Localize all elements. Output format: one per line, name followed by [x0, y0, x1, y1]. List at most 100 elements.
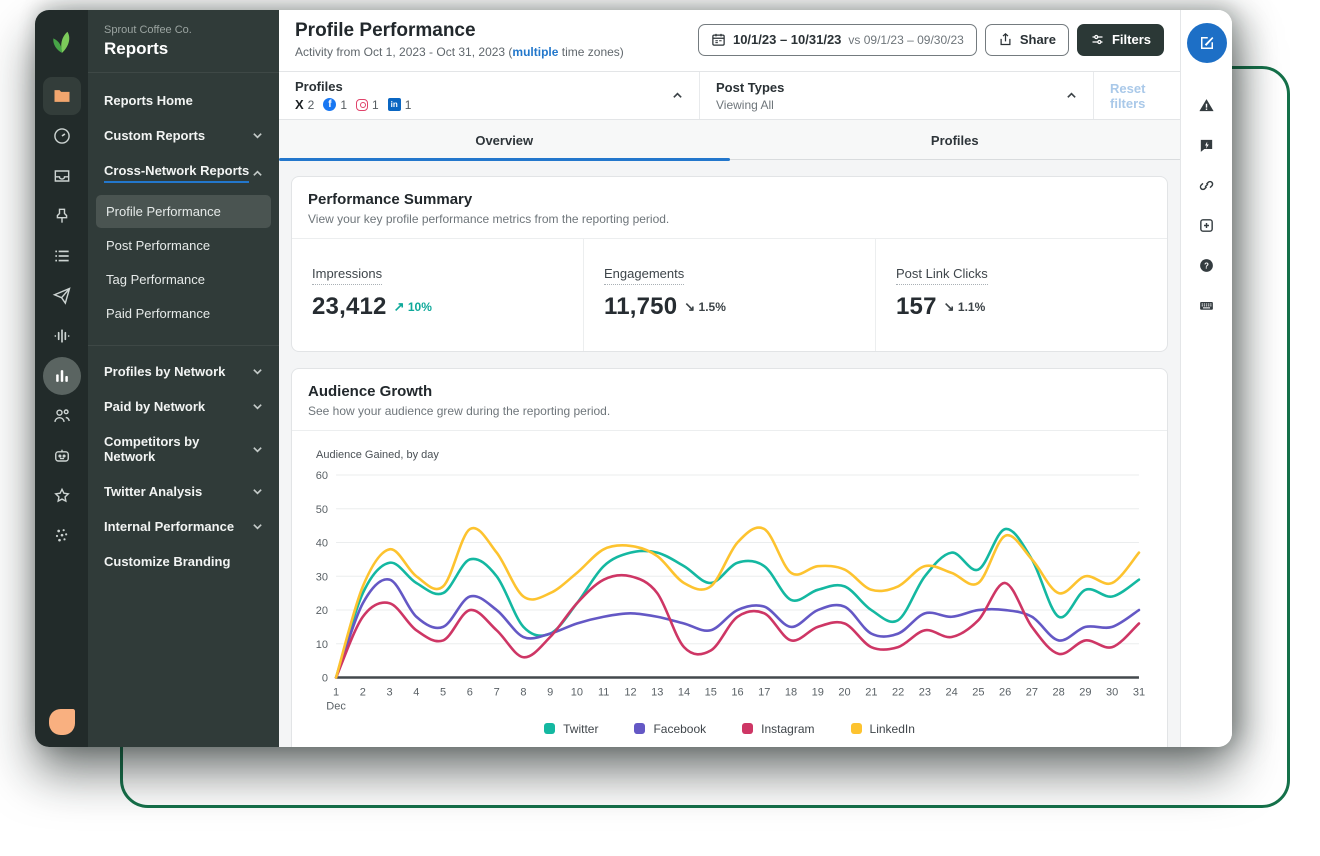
sidebar-item-competitors-by-network[interactable]: Competitors by Network: [88, 424, 279, 474]
star-icon[interactable]: [43, 477, 81, 515]
sidebar-item-custom-reports[interactable]: Custom Reports: [88, 118, 279, 153]
audience-growth-card: Audience Growth See how your audience gr…: [291, 368, 1168, 747]
keyboard-icon[interactable]: [1189, 285, 1225, 325]
gauge-icon[interactable]: [43, 117, 81, 155]
facebook-icon: f: [323, 98, 337, 111]
chevron-up-icon[interactable]: [1066, 90, 1077, 101]
report-scroll-area[interactable]: Performance Summary View your key profil…: [279, 160, 1180, 747]
metric-value: 11,750: [604, 293, 678, 320]
profiles-filter-label: Profiles: [295, 79, 343, 94]
svg-text:16: 16: [731, 687, 743, 699]
twitter-x-icon: X: [295, 97, 304, 112]
legend-item-instagram[interactable]: Instagram: [742, 722, 815, 736]
svg-text:10: 10: [571, 687, 583, 699]
chevron-down-icon: [252, 444, 263, 455]
sidebar-item-cross-network-reports[interactable]: Cross-Network Reports: [88, 153, 279, 193]
main-content: Profile Performance Activity from Oct 1,…: [279, 10, 1180, 747]
link-icon[interactable]: [1189, 165, 1225, 205]
compose-icon: [1200, 37, 1213, 49]
svg-text:30: 30: [1106, 687, 1118, 699]
sidebar-item-internal-performance[interactable]: Internal Performance: [88, 509, 279, 544]
pin-icon[interactable]: [43, 197, 81, 235]
svg-text:24: 24: [945, 687, 957, 699]
twitter-x-count: X2: [295, 97, 315, 112]
linkedin-icon: in: [387, 98, 401, 111]
waveform-icon[interactable]: [43, 317, 81, 355]
svg-text:22: 22: [892, 687, 904, 699]
warning-icon[interactable]: [1189, 85, 1225, 125]
left-icon-rail: [35, 10, 88, 747]
tab-profiles[interactable]: Profiles: [730, 120, 1181, 159]
svg-text:23: 23: [919, 687, 931, 699]
sidebar-item-post-performance[interactable]: Post Performance: [96, 229, 271, 262]
legend-item-facebook[interactable]: Facebook: [634, 722, 706, 736]
inbox-icon[interactable]: [43, 157, 81, 195]
svg-text:12: 12: [624, 687, 636, 699]
line-chart[interactable]: 01020304050601 2 3 4 5 6 7 8 9 10 11 12 13 14 15 16 17 18…: [308, 463, 1151, 716]
svg-text:Dec: Dec: [326, 701, 346, 713]
linkedin-count: in 1: [387, 98, 411, 112]
date-range-button[interactable]: 10/1/23 – 10/31/23 vs 09/1/23 – 09/30/23: [697, 23, 977, 56]
send-icon[interactable]: [43, 277, 81, 315]
metric-delta: ↗ 10%: [393, 299, 432, 314]
post-types-filter-label: Post Types: [716, 79, 785, 95]
metric-value: 157: [896, 293, 937, 320]
metric-label[interactable]: Impressions: [312, 266, 383, 285]
users-icon[interactable]: [43, 397, 81, 435]
sidebar-item-tag-performance[interactable]: Tag Performance: [96, 263, 271, 296]
page: Sprout Coffee Co. Reports Reports Home C…: [0, 0, 1320, 856]
post-types-filter[interactable]: Post Types Viewing All: [700, 72, 1094, 119]
chevron-up-icon[interactable]: [672, 90, 683, 101]
share-button[interactable]: Share: [984, 23, 1069, 56]
sidebar-item-paid-by-network[interactable]: Paid by Network: [88, 389, 279, 424]
legend-item-linkedin[interactable]: LinkedIn: [850, 722, 915, 736]
chart-axis-title: Audience Gained, by day: [316, 449, 439, 461]
profiles-filter[interactable]: Profiles X2 f1 1 in 1: [279, 72, 700, 119]
view-tabs: Overview Profiles: [279, 120, 1181, 161]
svg-text:19: 19: [812, 687, 824, 699]
tab-overview[interactable]: Overview: [279, 120, 730, 161]
svg-text:27: 27: [1026, 687, 1038, 699]
svg-text:60: 60: [316, 470, 328, 482]
audience-growth-title: Audience Growth: [308, 383, 433, 400]
sidebar-item-twitter-analysis[interactable]: Twitter Analysis: [88, 474, 279, 509]
metric-post-link-clicks: Post Link Clicks 157 ↘ 1.1%: [876, 239, 1167, 351]
metric-label[interactable]: Engagements: [604, 266, 685, 285]
reset-filters-button[interactable]: Reset filters: [1110, 81, 1164, 111]
add-icon[interactable]: [1189, 205, 1225, 245]
sidebar-item-customize-branding[interactable]: Customize Branding: [88, 544, 279, 579]
sidebar-item-reports-home[interactable]: Reports Home: [88, 83, 279, 118]
legend-item-twitter[interactable]: Twitter: [544, 722, 598, 736]
help-icon[interactable]: ?: [1189, 245, 1225, 285]
bot-icon[interactable]: [43, 437, 81, 475]
page-subtitle: Activity from Oct 1, 2023 - Oct 31, 2023…: [295, 45, 624, 59]
dots-cluster-icon[interactable]: [43, 517, 81, 555]
list-icon[interactable]: [43, 237, 81, 275]
folder-icon[interactable]: [42, 77, 81, 115]
svg-text:40: 40: [316, 538, 328, 550]
metric-impressions: Impressions 23,412 ↗ 10%: [292, 239, 584, 351]
svg-text:11: 11: [598, 687, 609, 699]
feedback-icon[interactable]: [1189, 125, 1225, 165]
filters-button[interactable]: Filters: [1076, 23, 1164, 56]
compose-button[interactable]: [1186, 23, 1227, 63]
calendar-icon: [712, 33, 725, 46]
audience-growth-chart: Audience Gained, by day 0 10 20 30 40 50 60 1 2 3…: [292, 431, 1167, 747]
svg-text:17: 17: [758, 687, 770, 699]
sidebar-item-paid-performance[interactable]: Paid Performance: [96, 297, 271, 330]
legend-swatch-icon: [742, 723, 754, 735]
svg-text:25: 25: [972, 687, 984, 699]
svg-text:18: 18: [785, 687, 797, 699]
sprout-logo-icon[interactable]: [43, 23, 81, 61]
sidebar-item-profile-performance[interactable]: Profile Performance: [96, 195, 271, 228]
sidebar-item-profiles-by-network[interactable]: Profiles by Network: [88, 354, 279, 389]
share-icon: [1000, 33, 1011, 46]
legend-swatch-icon: [850, 723, 862, 735]
multiple-timezones-link[interactable]: multiple: [512, 45, 558, 59]
bar-chart-icon[interactable]: [42, 357, 81, 395]
svg-text:9: 9: [547, 687, 553, 699]
svg-text:29: 29: [1079, 687, 1091, 699]
metric-label[interactable]: Post Link Clicks: [896, 266, 988, 285]
svg-text:50: 50: [316, 504, 328, 516]
date-range-value: 10/1/23 – 10/31/23: [732, 32, 842, 47]
